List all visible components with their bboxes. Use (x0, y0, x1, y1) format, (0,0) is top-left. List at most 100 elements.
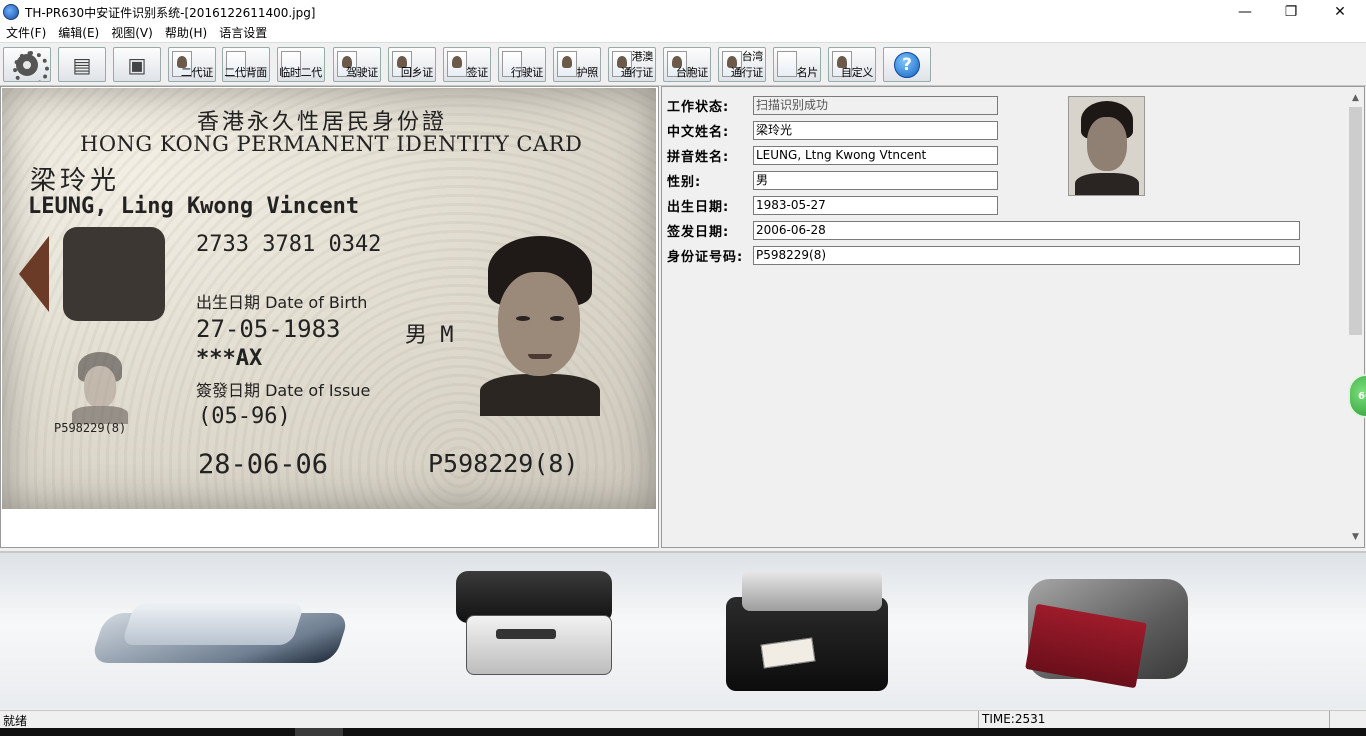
id-card-back-button[interactable]: 二代背面 (222, 47, 270, 82)
card-portrait (480, 236, 600, 416)
id-card-button[interactable]: 二代证 (168, 47, 216, 82)
chip-icon (63, 227, 165, 321)
card-small-id: P598229(8) (54, 421, 127, 435)
card-dob-label: 出生日期 Date of Birth (196, 293, 368, 312)
card-image-panel: 香港永久性居民身份證 HONG KONG PERMANENT IDENTITY … (0, 86, 659, 548)
card-name-en: LEUNG, Ling Kwong Vincent (28, 194, 360, 219)
business-card-button[interactable]: 名片 (773, 47, 821, 82)
field-row-name-cn: 中文姓名: 梁玲光 (667, 120, 998, 140)
card-first-issue: (05-96) (198, 404, 291, 429)
issue-date-field[interactable]: 2006-06-28 (753, 220, 1300, 240)
toolbar: ▤ ▣ 二代证 二代背面 临时二代 驾驶证 回乡证 签证 行驶证 护照 港澳 通… (0, 44, 1366, 86)
minimize-button[interactable]: — (1222, 0, 1268, 24)
menu-edit[interactable]: 编辑(E) (52, 24, 105, 43)
taiwan-pass-label: 通行证 (730, 66, 763, 79)
home-return-permit-button[interactable]: 回乡证 (388, 47, 436, 82)
taiwan-pass-button[interactable]: 台湾 通行证 (718, 47, 766, 82)
card-symbols: ***AX (196, 346, 263, 371)
scroll-up-icon[interactable]: ▲ (1347, 89, 1364, 106)
temp-id-label: 临时二代 (279, 66, 322, 79)
scroll-down-icon[interactable]: ▼ (1347, 528, 1364, 545)
name-cn-label: 中文姓名: (667, 124, 730, 140)
restore-button[interactable]: ❐ (1268, 0, 1314, 24)
app-icon (3, 4, 19, 20)
field-row-sex: 性别: 男 (667, 170, 998, 190)
taiwan-pass-label-top: 台湾 (741, 50, 764, 63)
visa-label: 签证 (466, 66, 489, 79)
card-dob: 27-05-1983 (196, 315, 341, 343)
name-pinyin-label: 拼音姓名: (667, 149, 730, 165)
field-row-issue-date: 签发日期: 2006-06-28 (667, 220, 1300, 240)
scanner-button[interactable]: ▣ (113, 47, 161, 82)
result-scrollbar[interactable]: ▲ ▼ (1347, 87, 1364, 547)
business-card-icon (777, 51, 797, 77)
arrow-marker-icon (19, 236, 49, 312)
taskbar (0, 728, 1366, 736)
field-row-dob: 出生日期: 1983-05-27 (667, 195, 998, 215)
sex-field[interactable]: 男 (753, 170, 998, 190)
custom-button[interactable]: 自定义 (828, 47, 876, 82)
status-field[interactable]: 扫描识别成功 (753, 95, 998, 115)
status-bar: 就绪 TIME:2531 (0, 710, 1366, 728)
title-bar: TH-PR630中安证件识别系统-[2016122611400.jpg] — ❐… (0, 0, 1366, 24)
gear-icon (13, 50, 49, 81)
issue-date-label: 签发日期: (667, 224, 730, 240)
passport-label: 护照 (576, 66, 599, 79)
scan-icon: ▤ (72, 52, 92, 77)
vehicle-license-button[interactable]: 行驶证 (498, 47, 546, 82)
status-time: TIME:2531 (978, 711, 1330, 728)
passport-button[interactable]: 护照 (553, 47, 601, 82)
card-name-cn: 梁玲光 (30, 166, 121, 196)
menu-file[interactable]: 文件(F) (0, 24, 52, 43)
menu-bar: 文件(F) 编辑(E) 视图(V) 帮助(H) 语言设置 (0, 24, 1366, 43)
name-pinyin-field[interactable]: LEUNG, Ltng Kwong Vtncent (753, 145, 998, 165)
document-scanner-image (726, 571, 888, 691)
scroll-thumb[interactable] (1349, 107, 1362, 335)
card-code: 2733 3781 0342 (196, 232, 382, 257)
sex-label: 性别: (667, 174, 702, 190)
custom-label: 自定义 (840, 66, 873, 79)
driver-license-button[interactable]: 驾驶证 (333, 47, 381, 82)
product-banner (0, 551, 1366, 709)
taiwan-compatriot-label: 台胞证 (675, 66, 708, 79)
dob-label: 出生日期: (667, 199, 730, 215)
name-cn-field[interactable]: 梁玲光 (753, 120, 998, 140)
help-button[interactable]: ? (883, 47, 931, 82)
menu-view[interactable]: 视图(V) (105, 24, 159, 43)
vehicle-license-label: 行驶证 (510, 66, 543, 79)
menu-help[interactable]: 帮助(H) (159, 24, 213, 43)
card-title-en: HONG KONG PERMANENT IDENTITY CARD (80, 132, 583, 156)
window-title: TH-PR630中安证件识别系统-[2016122611400.jpg] (25, 5, 316, 20)
id-number-field[interactable]: P598229(8) (753, 245, 1300, 265)
extracted-portrait (1068, 96, 1145, 196)
id-card-back-label: 二代背面 (224, 66, 267, 79)
visa-button[interactable]: 签证 (443, 47, 491, 82)
scan-button[interactable]: ▤ (58, 47, 106, 82)
settings-button[interactable] (3, 47, 51, 82)
help-icon: ? (894, 51, 920, 78)
field-row-status: 工作状态: 扫描识别成功 (667, 95, 998, 115)
field-row-id-number: 身份证号码: P598229(8) (667, 245, 1300, 265)
temp-id-button[interactable]: 临时二代 (277, 47, 325, 82)
card-issue-date: 28-06-06 (198, 449, 329, 480)
card-doi-label: 簽發日期 Date of Issue (196, 381, 371, 400)
hk-macau-pass-button[interactable]: 港澳 通行证 (608, 47, 656, 82)
dob-field[interactable]: 1983-05-27 (753, 195, 998, 215)
small-portrait (72, 352, 128, 424)
hk-macau-pass-label: 通行证 (620, 66, 653, 79)
status-text: 就绪 (3, 714, 28, 728)
taiwan-compatriot-button[interactable]: 台胞证 (663, 47, 711, 82)
id-card-image: 香港永久性居民身份證 HONG KONG PERMANENT IDENTITY … (2, 88, 656, 509)
status-label: 工作状态: (667, 99, 730, 115)
field-row-name-pinyin: 拼音姓名: LEUNG, Ltng Kwong Vtncent (667, 145, 998, 165)
passport-reader-image (1025, 569, 1188, 695)
visa-icon (447, 51, 467, 77)
card-sex: 男 M (405, 323, 454, 348)
hk-macau-pass-label-top: 港澳 (631, 50, 654, 63)
menu-language[interactable]: 语言设置 (213, 24, 273, 43)
driver-license-label: 驾驶证 (345, 66, 378, 79)
scanner-icon: ▣ (127, 52, 147, 77)
card-reader-image (456, 571, 612, 687)
close-button[interactable]: ✕ (1314, 0, 1366, 24)
passport-icon (557, 51, 577, 77)
